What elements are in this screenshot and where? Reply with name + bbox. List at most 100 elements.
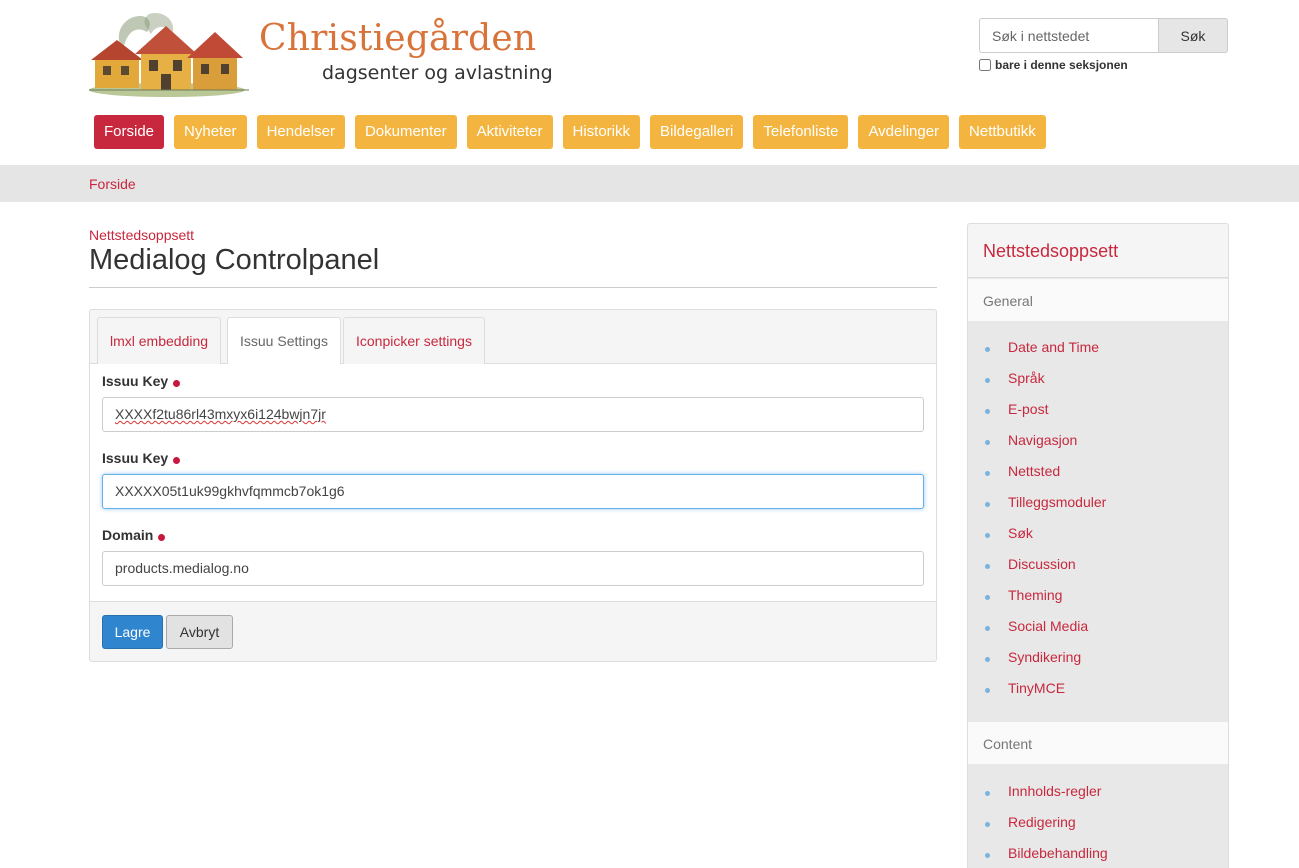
bullet-icon	[985, 626, 990, 631]
search-button[interactable]: Søk	[1158, 18, 1228, 53]
required-indicator-icon	[158, 534, 166, 541]
sidebar-list-general: Date and Time Språk E-post Navigasjon Ne…	[968, 335, 1228, 707]
sidebar-item-syndikering[interactable]: Syndikering	[968, 645, 1228, 676]
tab-lmxl-embedding[interactable]: lmxl embedding	[97, 317, 222, 364]
logo-houses-illustration	[89, 12, 249, 97]
sidebar-item-sprak[interactable]: Språk	[968, 366, 1228, 397]
required-indicator-icon	[173, 380, 181, 387]
sidebar-title[interactable]: Nettstedsoppsett	[983, 241, 1118, 262]
sidebar-item-redigering[interactable]: Redigering	[968, 810, 1228, 841]
search-input[interactable]	[979, 18, 1159, 53]
sidebar-item-label[interactable]: E-post	[1008, 401, 1048, 417]
nav-item-historikk[interactable]: Historikk	[562, 115, 641, 149]
nav-item-hendelser[interactable]: Hendelser	[256, 115, 345, 149]
search-scope[interactable]: bare i denne seksjonen	[979, 58, 1128, 72]
nav-item-nettbutikk[interactable]: Nettbutikk	[959, 115, 1046, 149]
main-navigation: Forside Nyheter Hendelser Dokumenter Akt…	[94, 115, 1056, 149]
sidebar-item-label[interactable]: Bildebehandling	[1008, 845, 1108, 861]
domain-value: products.medialog.no	[115, 560, 249, 576]
sidebar-item-date-and-time[interactable]: Date and Time	[968, 335, 1228, 366]
sidebar-item-label[interactable]: Social Media	[1008, 618, 1088, 634]
nav-item-dokumenter[interactable]: Dokumenter	[354, 115, 457, 149]
sidebar-group-label: General	[983, 293, 1033, 309]
search-scope-label: bare i denne seksjonen	[995, 58, 1128, 72]
domain-label: Domain	[102, 527, 166, 543]
bullet-icon	[985, 791, 990, 796]
required-indicator-icon	[173, 457, 181, 464]
issuu-key-2-field[interactable]: XXXXX05t1uk99gkhvfqmmcb7ok1g6	[102, 474, 924, 509]
section-link[interactable]: Nettstedsoppsett	[89, 227, 194, 243]
sidebar-item-innholds-regler[interactable]: Innholds-regler	[968, 779, 1228, 810]
sidebar-group-general: General	[968, 279, 1228, 321]
sidebar-item-bildebehandling[interactable]: Bildebehandling	[968, 841, 1228, 868]
domain-field[interactable]: products.medialog.no	[102, 551, 924, 586]
sidebar-item-label[interactable]: Discussion	[1008, 556, 1076, 572]
breadcrumb-home-link[interactable]: Forside	[89, 176, 136, 192]
sidebar-portlet: Nettstedsoppsett General Date and Time S…	[967, 223, 1229, 868]
settings-form: lmxl embedding Issuu Settings Iconpicker…	[89, 309, 937, 662]
issuu-key-2-label-text: Issuu Key	[102, 450, 169, 466]
bullet-icon	[985, 688, 990, 693]
nav-item-telefonliste[interactable]: Telefonliste	[753, 115, 849, 149]
sidebar-item-label[interactable]: Tilleggsmoduler	[1008, 494, 1106, 510]
title-divider	[89, 287, 937, 288]
sidebar-item-discussion[interactable]: Discussion	[968, 552, 1228, 583]
sidebar-item-label[interactable]: Theming	[1008, 587, 1062, 603]
nav-item-nyheter[interactable]: Nyheter	[174, 115, 247, 149]
tab-issuu-settings[interactable]: Issuu Settings	[227, 317, 341, 365]
sidebar-item-label[interactable]: Date and Time	[1008, 339, 1099, 355]
issuu-key-label-text: Issuu Key	[102, 373, 169, 389]
domain-label-text: Domain	[102, 527, 154, 543]
sidebar-item-tilleggsmoduler[interactable]: Tilleggsmoduler	[968, 490, 1228, 521]
sidebar-item-label[interactable]: Navigasjon	[1008, 432, 1077, 448]
sidebar-item-navigasjon[interactable]: Navigasjon	[968, 428, 1228, 459]
cancel-button[interactable]: Avbryt	[166, 615, 233, 649]
sidebar-group-label: Content	[983, 736, 1033, 752]
bullet-icon	[985, 533, 990, 538]
sidebar-item-label[interactable]: Nettsted	[1008, 463, 1060, 479]
sidebar-item-social-media[interactable]: Social Media	[968, 614, 1228, 645]
sidebar-item-label[interactable]: TinyMCE	[1008, 680, 1065, 696]
bullet-icon	[985, 378, 990, 383]
bullet-icon	[985, 822, 990, 827]
sidebar-item-sok[interactable]: Søk	[968, 521, 1228, 552]
tab-iconpicker-settings[interactable]: Iconpicker settings	[343, 317, 485, 364]
sidebar-item-label[interactable]: Redigering	[1008, 814, 1076, 830]
sidebar-item-label[interactable]: Språk	[1008, 370, 1045, 386]
brand-title: Christiegården	[259, 18, 537, 59]
nav-item-forside[interactable]: Forside	[94, 115, 165, 149]
sidebar-item-label[interactable]: Søk	[1008, 525, 1033, 541]
issuu-key-label: Issuu Key	[102, 373, 181, 389]
sidebar-item-e-post[interactable]: E-post	[968, 397, 1228, 428]
nav-item-bildegalleri[interactable]: Bildegalleri	[650, 115, 744, 149]
bullet-icon	[985, 347, 990, 352]
sidebar-item-label[interactable]: Syndikering	[1008, 649, 1081, 665]
bullet-icon	[985, 502, 990, 507]
nav-item-avdelinger[interactable]: Avdelinger	[858, 115, 950, 149]
page-title: Medialog Controlpanel	[89, 244, 380, 276]
bullet-icon	[985, 657, 990, 662]
sidebar-item-nettsted[interactable]: Nettsted	[968, 459, 1228, 490]
bullet-icon	[985, 471, 990, 476]
sidebar-group-content: Content	[968, 722, 1228, 764]
save-button[interactable]: Lagre	[102, 615, 163, 649]
issuu-key-2-label: Issuu Key	[102, 450, 181, 466]
tab-panel-issuu-settings: Issuu Key XXXXf2tu86rl43mxyx6i124bwjn7jr…	[90, 364, 936, 602]
tab-bar: lmxl embedding Issuu Settings Iconpicker…	[90, 310, 936, 365]
sidebar-list-content: Innholds-regler Redigering Bildebehandli…	[968, 779, 1228, 868]
brand-subtitle: dagsenter og avlastning	[322, 62, 553, 84]
issuu-key-value: XXXXf2tu86rl43mxyx6i124bwjn7jr	[115, 406, 326, 422]
bullet-icon	[985, 440, 990, 445]
nav-item-aktiviteter[interactable]: Aktiviteter	[466, 115, 553, 149]
sidebar-item-theming[interactable]: Theming	[968, 583, 1228, 614]
search-scope-checkbox[interactable]	[979, 59, 991, 71]
bullet-icon	[985, 595, 990, 600]
site-logo[interactable]: Christiegården dagsenter og avlastning	[89, 10, 553, 98]
bullet-icon	[985, 409, 990, 414]
sidebar-item-tinymce[interactable]: TinyMCE	[968, 676, 1228, 707]
sidebar-header: Nettstedsoppsett	[968, 224, 1228, 278]
breadcrumb: Forside	[0, 165, 1299, 202]
issuu-key-field[interactable]: XXXXf2tu86rl43mxyx6i124bwjn7jr	[102, 397, 924, 432]
issuu-key-2-value: XXXXX05t1uk99gkhvfqmmcb7ok1g6	[115, 483, 345, 499]
sidebar-item-label[interactable]: Innholds-regler	[1008, 783, 1101, 799]
